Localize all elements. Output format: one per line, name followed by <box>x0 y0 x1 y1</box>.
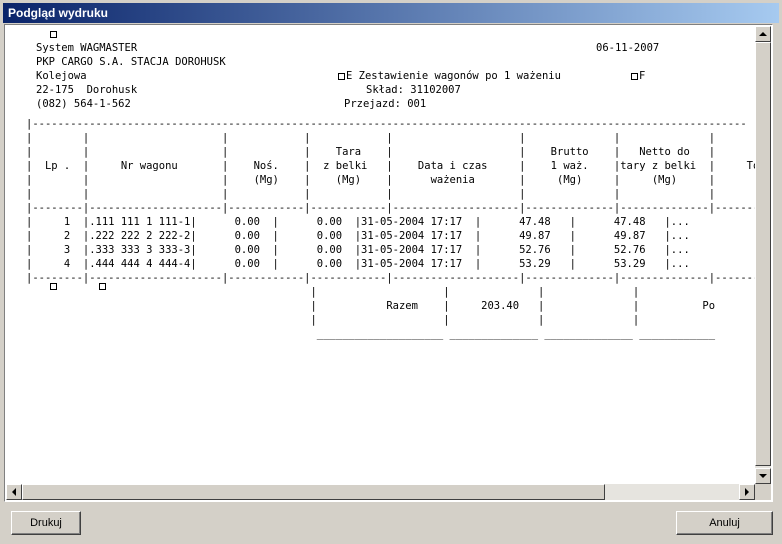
table-line: | | | | <box>26 314 640 326</box>
table-line: | 4 |.444 444 4 444-4| 0.00 | 0.00 |31-0… <box>26 258 690 270</box>
arrow-down-icon <box>759 474 767 478</box>
marker-box <box>99 283 106 290</box>
table-line: |---------------------------------------… <box>26 118 747 130</box>
table-line: | 3 |.333 333 3 333-3| 0.00 | 0.00 |31-0… <box>26 244 690 256</box>
table-line: | | | | Tara | | Brutto | Netto do | <box>26 146 716 158</box>
arrow-up-icon <box>759 32 767 36</box>
report-page: System WAGMASTER 06-11-2007 PKP CARGO S.… <box>6 26 758 486</box>
table-line: | Razem | 203.40 | | Po <box>26 300 716 312</box>
arrow-right-icon <box>745 488 749 496</box>
marker-box <box>50 31 57 38</box>
horizontal-scroll-thumb[interactable] <box>22 484 605 500</box>
report-date: 06-11-2007 <box>596 42 660 54</box>
window-title: Podgląd wydruku <box>8 6 109 20</box>
scroll-left-button[interactable] <box>6 484 22 500</box>
preview-area: System WAGMASTER 06-11-2007 PKP CARGO S.… <box>6 26 771 500</box>
przejazd: Przejazd: 001 <box>344 98 427 110</box>
table-line: | | | (Mg) | (Mg) | ważenia | (Mg) | (Mg… <box>26 174 716 186</box>
table-line: | Lp . | Nr wagonu | Noś. | z belki | Da… <box>26 160 758 172</box>
scrollbar-corner <box>755 484 771 500</box>
table-line: | | | | <box>26 286 640 298</box>
print-button[interactable]: Drukuj <box>11 511 81 535</box>
table-line: | | | | | | | | <box>26 132 716 144</box>
sklad: Skład: 31102007 <box>366 84 461 96</box>
phone: (082) 564-1-562 <box>36 98 131 110</box>
marker-box <box>631 73 638 80</box>
table-line: |--------|---------------------|--------… <box>26 202 758 214</box>
table-line: ____________________ ______________ ____… <box>26 328 716 340</box>
scroll-up-button[interactable] <box>755 26 771 42</box>
marker-box <box>338 73 345 80</box>
title-bar[interactable]: Podgląd wydruku <box>3 3 779 23</box>
print-preview-window: Podgląd wydruku System WAGMASTER 06-11-2… <box>0 0 782 544</box>
scroll-right-button[interactable] <box>739 484 755 500</box>
table-line: | 2 |.222 222 2 222-2| 0.00 | 0.00 |31-0… <box>26 230 690 242</box>
company-name: PKP CARGO S.A. STACJA DOROHUSK <box>36 56 226 68</box>
cancel-button[interactable]: Anuluj <box>676 511 773 535</box>
table-line: |--------|---------------------|--------… <box>26 272 758 284</box>
report-title: E Zestawienie wagonów po 1 ważeniu <box>346 70 561 82</box>
horizontal-scrollbar[interactable] <box>6 484 755 500</box>
vertical-scrollbar[interactable] <box>755 26 771 484</box>
street: Kolejowa <box>36 70 87 82</box>
vertical-scroll-thumb[interactable] <box>755 42 771 466</box>
postcode-city: 22-175 Dorohusk <box>36 84 138 96</box>
table-line: | | | | | | | | <box>26 188 716 200</box>
flag: F <box>639 70 646 82</box>
preview-frame: System WAGMASTER 06-11-2007 PKP CARGO S.… <box>4 24 773 502</box>
arrow-left-icon <box>12 488 16 496</box>
scroll-down-button[interactable] <box>755 468 771 484</box>
table-line: | 1 |.111 111 1 111-1| 0.00 | 0.00 |31-0… <box>26 216 690 228</box>
marker-box <box>50 283 57 290</box>
system-name: System WAGMASTER <box>36 42 138 54</box>
